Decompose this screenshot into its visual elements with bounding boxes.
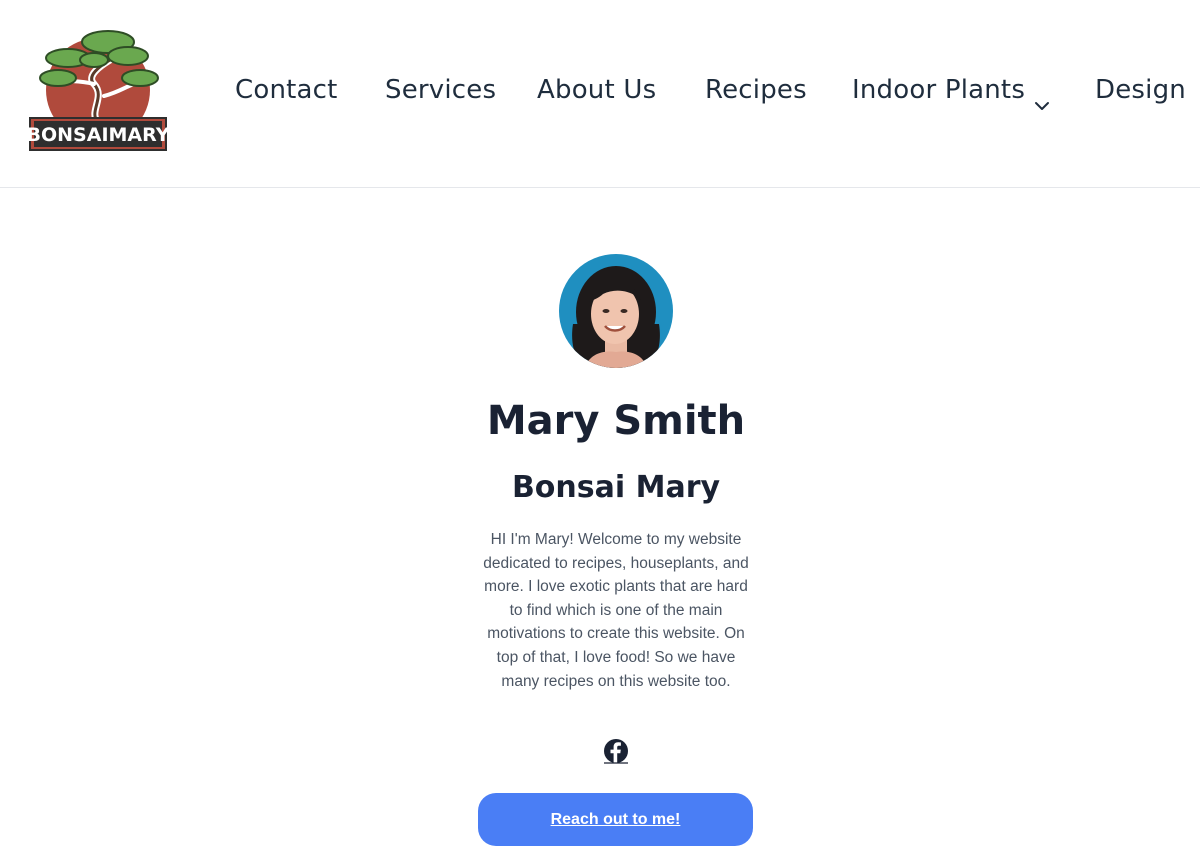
- svg-text:BONSAIMARY: BONSAIMARY: [28, 124, 168, 146]
- profile-name: Mary Smith: [486, 398, 746, 444]
- nav-item-design[interactable]: Design: [1095, 62, 1186, 118]
- chevron-down-icon: [1033, 79, 1051, 110]
- nav-item-label: Indoor Plants: [852, 75, 1026, 105]
- profile-bio: HI I'm Mary! Welcome to my website dedic…: [483, 531, 749, 690]
- nav-item-about-us[interactable]: About Us: [537, 62, 656, 118]
- nav-item-recipes[interactable]: Recipes: [705, 62, 807, 118]
- nav-item-services[interactable]: Services: [385, 62, 496, 118]
- nav-item-contact[interactable]: Contact: [235, 62, 338, 118]
- nav-item-indoor-plants[interactable]: Indoor Plants: [852, 62, 1051, 118]
- avatar: [559, 254, 673, 368]
- facebook-icon[interactable]: [603, 738, 629, 764]
- site-header: BONSAIMARY Contact Services About Us Rec…: [0, 0, 1200, 188]
- reach-out-button[interactable]: Reach out to me!: [478, 793, 753, 846]
- bonsaimary-logo[interactable]: BONSAIMARY: [27, 22, 170, 154]
- profile-subtitle: Bonsai Mary: [511, 470, 721, 505]
